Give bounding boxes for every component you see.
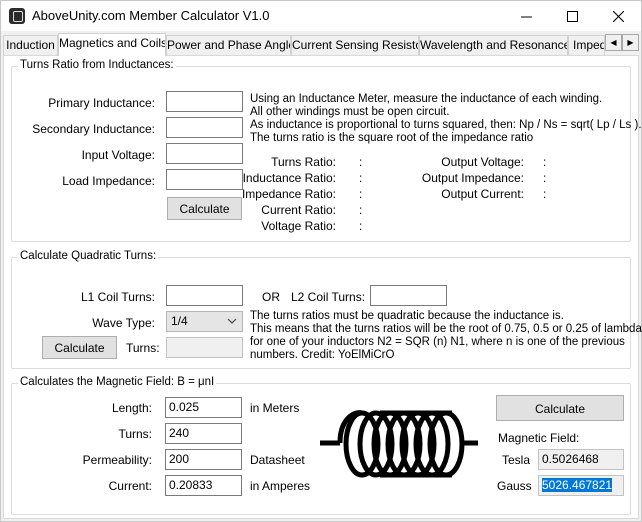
- gauss-label: Gauss: [497, 479, 532, 493]
- tab-scroll-right-button[interactable]: ▶: [622, 34, 639, 51]
- output-voltage-result-value: :: [543, 155, 547, 169]
- maximize-icon: [566, 10, 578, 22]
- quadratic-description: The turns ratios must be quadratic becau…: [250, 310, 642, 361]
- input-voltage-input[interactable]: [166, 143, 243, 164]
- wave-type-selected-value: 1/4: [171, 314, 188, 328]
- turns-input[interactable]: 240: [165, 423, 242, 444]
- tesla-label: Tesla: [502, 453, 531, 467]
- output-impedance-result-label: Output Impedance:: [421, 171, 524, 185]
- l2-coil-turns-input[interactable]: [370, 285, 447, 306]
- turns-ratio-result-label: Turns Ratio:: [271, 155, 336, 169]
- turns-ratio-group-title: Turns Ratio from Inductances:: [18, 59, 176, 71]
- length-unit-label: in Meters: [250, 401, 300, 415]
- gauss-output-field[interactable]: 5026.467821: [538, 475, 624, 496]
- permeability-input[interactable]: 200: [165, 449, 242, 470]
- current-ratio-result-label: Current Ratio:: [261, 203, 336, 217]
- window-title: AboveUnity.com Member Calculator V1.0: [32, 8, 270, 23]
- length-input[interactable]: 0.025: [165, 397, 242, 418]
- input-voltage-label: Input Voltage:: [81, 148, 155, 162]
- title-bar: AboveUnity.com Member Calculator V1.0: [1, 1, 641, 31]
- tab-induction[interactable]: Induction: [3, 35, 58, 55]
- current-input[interactable]: 0.20833: [165, 475, 242, 496]
- voltage-ratio-result-value: :: [359, 219, 363, 233]
- voltage-ratio-result-label: Voltage Ratio:: [261, 219, 336, 233]
- minimize-button[interactable]: [503, 1, 549, 31]
- tab-power-and-phase-angle[interactable]: Power and Phase Angle: [166, 35, 291, 55]
- magnetic-field-calculate-button[interactable]: Calculate: [496, 395, 624, 421]
- permeability-unit-label: Datasheet: [250, 453, 305, 467]
- tab-strip: Induction Magnetics and Coils Power and …: [1, 33, 641, 56]
- turns-ratio-calculate-button[interactable]: Calculate: [167, 197, 242, 220]
- length-label: Length:: [111, 401, 152, 415]
- turns-result-label: Turns:: [126, 341, 160, 355]
- magnetic-field-group: Calculates the Magnetic Field: B = μnI L…: [11, 376, 631, 515]
- load-impedance-input[interactable]: [166, 169, 243, 190]
- current-unit-label: in Amperes: [250, 479, 311, 493]
- coil-illustration-icon: [320, 410, 478, 478]
- app-icon: [9, 8, 25, 24]
- turns-ratio-description: Using an Inductance Meter, measure the i…: [250, 93, 642, 144]
- output-current-result-value: :: [543, 187, 547, 201]
- l1-coil-turns-label: L1 Coil Turns:: [80, 290, 155, 304]
- output-impedance-result-value: :: [543, 171, 547, 185]
- main-window: AboveUnity.com Member Calculator V1.0 In…: [0, 0, 642, 522]
- tab-scroll-arrows: ◀ ▶: [605, 34, 639, 51]
- tesla-output-field[interactable]: 0.5026468: [538, 449, 624, 470]
- primary-inductance-input[interactable]: [166, 91, 243, 112]
- output-current-result-label: Output Current:: [441, 187, 524, 201]
- or-label: OR: [262, 290, 280, 304]
- l1-coil-turns-input[interactable]: [166, 285, 243, 306]
- tab-wavelength-and-resonance[interactable]: Wavelength and Resonance: [419, 35, 568, 55]
- magnetic-field-group-title: Calculates the Magnetic Field: B = μnI: [18, 376, 217, 388]
- inductance-ratio-result-label: Inductance Ratio:: [242, 171, 336, 185]
- impedance-ratio-result-label: Impedance Ratio:: [241, 187, 336, 201]
- output-voltage-result-label: Output Voltage:: [441, 155, 524, 169]
- gauss-output-value: 5026.467821: [542, 478, 613, 492]
- load-impedance-label: Load Impedance:: [62, 174, 155, 188]
- turns-result-field: [166, 337, 243, 358]
- minimize-icon: [520, 16, 532, 17]
- l2-coil-turns-label: L2 Coil Turns:: [291, 290, 366, 304]
- quadratic-calculate-button[interactable]: Calculate: [42, 336, 117, 359]
- tab-panel-magnetics: Turns Ratio from Inductances: Primary In…: [3, 55, 642, 519]
- close-icon: [612, 10, 624, 22]
- chevron-right-icon: ▶: [627, 38, 634, 47]
- wave-type-select[interactable]: 1/4: [166, 311, 243, 332]
- permeability-label: Permeability:: [82, 453, 152, 467]
- turns-ratio-group: Turns Ratio from Inductances: Primary In…: [11, 59, 642, 242]
- turns-label: Turns:: [118, 427, 152, 441]
- secondary-inductance-input[interactable]: [166, 117, 243, 138]
- inductance-ratio-result-value: :: [359, 171, 363, 185]
- current-label: Current:: [108, 479, 152, 493]
- quadratic-turns-group-title: Calculate Quadratic Turns:: [18, 250, 159, 262]
- close-button[interactable]: [595, 1, 641, 31]
- quadratic-turns-group: Calculate Quadratic Turns: L1 Coil Turns…: [11, 250, 642, 369]
- tab-scroll-left-button[interactable]: ◀: [605, 34, 622, 51]
- tab-magnetics-and-coils[interactable]: Magnetics and Coils: [58, 33, 166, 56]
- chevron-left-icon: ◀: [610, 38, 617, 47]
- magnetic-field-label: Magnetic Field:: [498, 431, 580, 445]
- wave-type-label: Wave Type:: [92, 316, 155, 330]
- primary-inductance-label: Primary Inductance:: [48, 96, 155, 110]
- current-ratio-result-value: :: [359, 203, 363, 217]
- maximize-button[interactable]: [549, 1, 595, 31]
- tab-impedance[interactable]: Impeda: [568, 35, 605, 55]
- impedance-ratio-result-value: :: [359, 187, 363, 201]
- chevron-down-icon: [227, 318, 237, 324]
- turns-ratio-result-value: :: [359, 155, 363, 169]
- secondary-inductance-label: Secondary Inductance:: [32, 122, 155, 136]
- tab-current-sensing-resistor[interactable]: Current Sensing Resistor: [291, 35, 419, 55]
